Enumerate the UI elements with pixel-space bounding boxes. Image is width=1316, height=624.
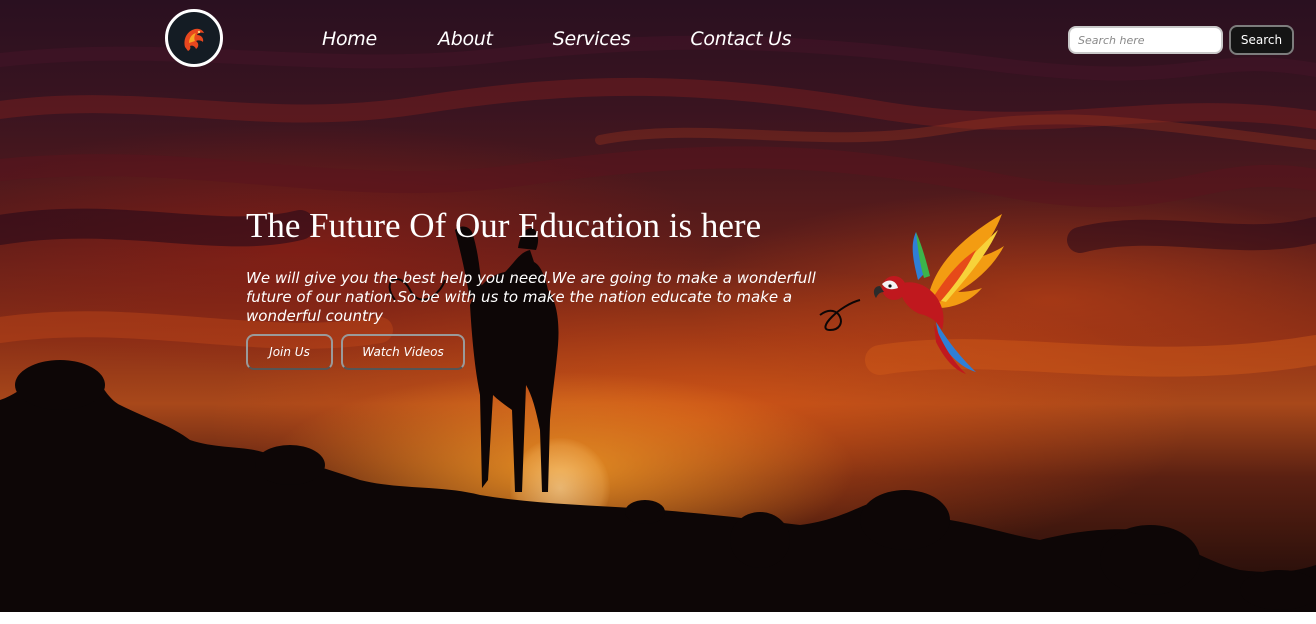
nav-home[interactable]: Home — [322, 28, 378, 50]
join-us-button[interactable]: Join Us — [246, 334, 333, 370]
watch-videos-button[interactable]: Watch Videos — [341, 334, 465, 370]
hero-headline: The Future Of Our Education is here — [246, 206, 762, 245]
brand-logo[interactable] — [165, 9, 223, 67]
hero-subtext: We will give you the best help you need.… — [246, 269, 816, 325]
nav-services[interactable]: Services — [553, 28, 631, 50]
dragon-logo-icon — [184, 28, 204, 51]
search-button[interactable]: Search — [1229, 25, 1294, 55]
hero-section: Home About Services Contact Us Search Th… — [0, 0, 1316, 612]
parrot-illustration — [873, 214, 1004, 374]
main-nav: Home About Services Contact Us — [322, 28, 851, 50]
search-input[interactable] — [1068, 26, 1223, 54]
nav-contact-us[interactable]: Contact Us — [690, 28, 791, 50]
nav-about[interactable]: About — [438, 28, 493, 50]
